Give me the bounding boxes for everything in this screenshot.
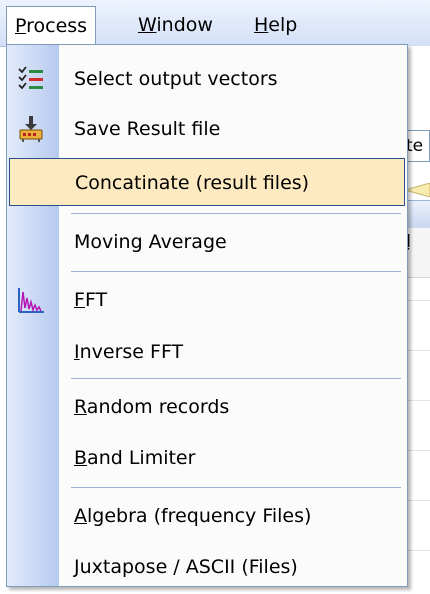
process-dropdown-menu: Select output vectors Save Result file C… bbox=[6, 44, 408, 587]
menu-item-inverse-fft[interactable]: Inverse FFT bbox=[7, 327, 407, 377]
save-device-icon bbox=[19, 116, 43, 142]
menu-separator bbox=[71, 378, 401, 379]
menu-separator bbox=[71, 487, 401, 488]
background-panel bbox=[405, 46, 430, 594]
menu-separator bbox=[71, 271, 401, 272]
menu-separator bbox=[71, 213, 401, 214]
menu-item-random-records[interactable]: Random records bbox=[7, 382, 407, 432]
menu-item-moving-average[interactable]: Moving Average bbox=[7, 217, 407, 267]
menu-item-label: Select output vectors bbox=[74, 68, 278, 90]
menu-help[interactable]: Help bbox=[244, 10, 307, 40]
menu-item-label: Save Result file bbox=[74, 118, 221, 140]
menu-item-label: Algebra (frequency Files) bbox=[74, 505, 312, 527]
callout-pointer bbox=[405, 183, 430, 197]
menu-help-rest: elp bbox=[268, 14, 298, 36]
menu-item-label: Concatinate (result files) bbox=[75, 172, 310, 194]
menu-item-juxtapose[interactable]: Juxtapose / ASCII (Files) bbox=[7, 542, 407, 592]
menu-item-save-result-file[interactable]: Save Result file bbox=[7, 104, 407, 154]
menu-item-label: FFT bbox=[74, 289, 108, 311]
menu-window[interactable]: Window bbox=[128, 10, 223, 40]
menu-item-algebra[interactable]: Algebra (frequency Files) bbox=[7, 491, 407, 541]
menu-item-concatinate[interactable]: Concatinate (result files) bbox=[9, 158, 405, 206]
menu-window-rest: indow bbox=[156, 14, 213, 36]
menu-item-label: Inverse FFT bbox=[74, 341, 184, 363]
menu-process-rest: rocess bbox=[26, 15, 88, 37]
menu-item-band-limiter[interactable]: Band Limiter bbox=[7, 433, 407, 483]
spectrum-chart-icon bbox=[18, 288, 44, 313]
menu-bar: Process Window Help bbox=[0, 0, 430, 47]
menu-item-label: Random records bbox=[74, 396, 230, 418]
menu-process[interactable]: Process bbox=[6, 6, 97, 45]
menu-item-fft[interactable]: FFT bbox=[7, 275, 407, 325]
menu-item-label: Band Limiter bbox=[74, 447, 196, 469]
menu-item-select-output-vectors[interactable]: Select output vectors bbox=[7, 54, 407, 104]
list-check-icon bbox=[18, 66, 43, 90]
menu-item-label: Moving Average bbox=[74, 231, 227, 253]
menu-item-label: Juxtapose / ASCII (Files) bbox=[74, 556, 298, 578]
